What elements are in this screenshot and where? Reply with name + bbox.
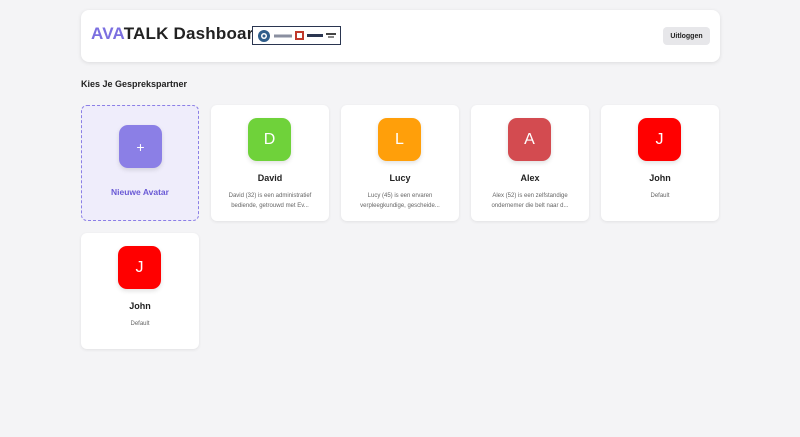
avatar-description: Alex (52) is een zelfstandige ondernemer… [491,193,569,209]
avatar-description: Default [130,321,150,327]
partner-logo-flag-icon [294,31,304,40]
app-title-rest: TALK Dashboard [123,24,265,43]
partner-logos [252,26,341,45]
app-title: AVATALK Dashboard [91,24,264,44]
avatar-description: Lucy (45) is een ervaren verpleegkundige… [360,193,440,209]
logout-button[interactable]: Uitloggen [663,27,710,45]
avatar-initial-tile: D [248,118,291,161]
avatar-name: John [129,301,151,311]
app-title-highlight: AVA [91,24,124,43]
avatar-name: John [649,173,671,183]
new-avatar-card[interactable]: + Nieuwe Avatar [81,105,199,221]
partner-logo-circle-icon [258,29,271,42]
section-title: Kies Je Gesprekspartner [81,79,188,89]
partner-logo-text-icon [274,34,293,37]
new-avatar-label: Nieuwe Avatar [111,187,169,197]
top-header: AVATALK Dashboard Uitloggen [81,10,720,62]
avatar-initial-tile: J [638,118,681,161]
avatar-card-alex[interactable]: A Alex Alex (52) is een zelfstandige ond… [471,105,589,221]
avatar-name: Alex [520,173,540,183]
avatar-card-john[interactable]: J John Default [601,105,719,221]
partner-logo-small-icon [325,32,336,38]
avatar-initial-tile: J [118,246,161,289]
avatar-card-david[interactable]: D David David (32) is een administratief… [211,105,329,221]
partner-logo-wordmark-icon [306,34,323,37]
avatar-card-john-2[interactable]: J John Default [81,233,199,349]
avatar-initial-tile: L [378,118,421,161]
avatar-description: Default [650,193,670,199]
avatar-name: Lucy [389,173,411,183]
plus-icon: + [119,125,162,168]
avatar-name: David [257,173,283,183]
avatar-description: David (32) is een administratief bediend… [228,193,312,209]
avatar-card-lucy[interactable]: L Lucy Lucy (45) is een ervaren verpleeg… [341,105,459,221]
avatar-initial-tile: A [508,118,551,161]
